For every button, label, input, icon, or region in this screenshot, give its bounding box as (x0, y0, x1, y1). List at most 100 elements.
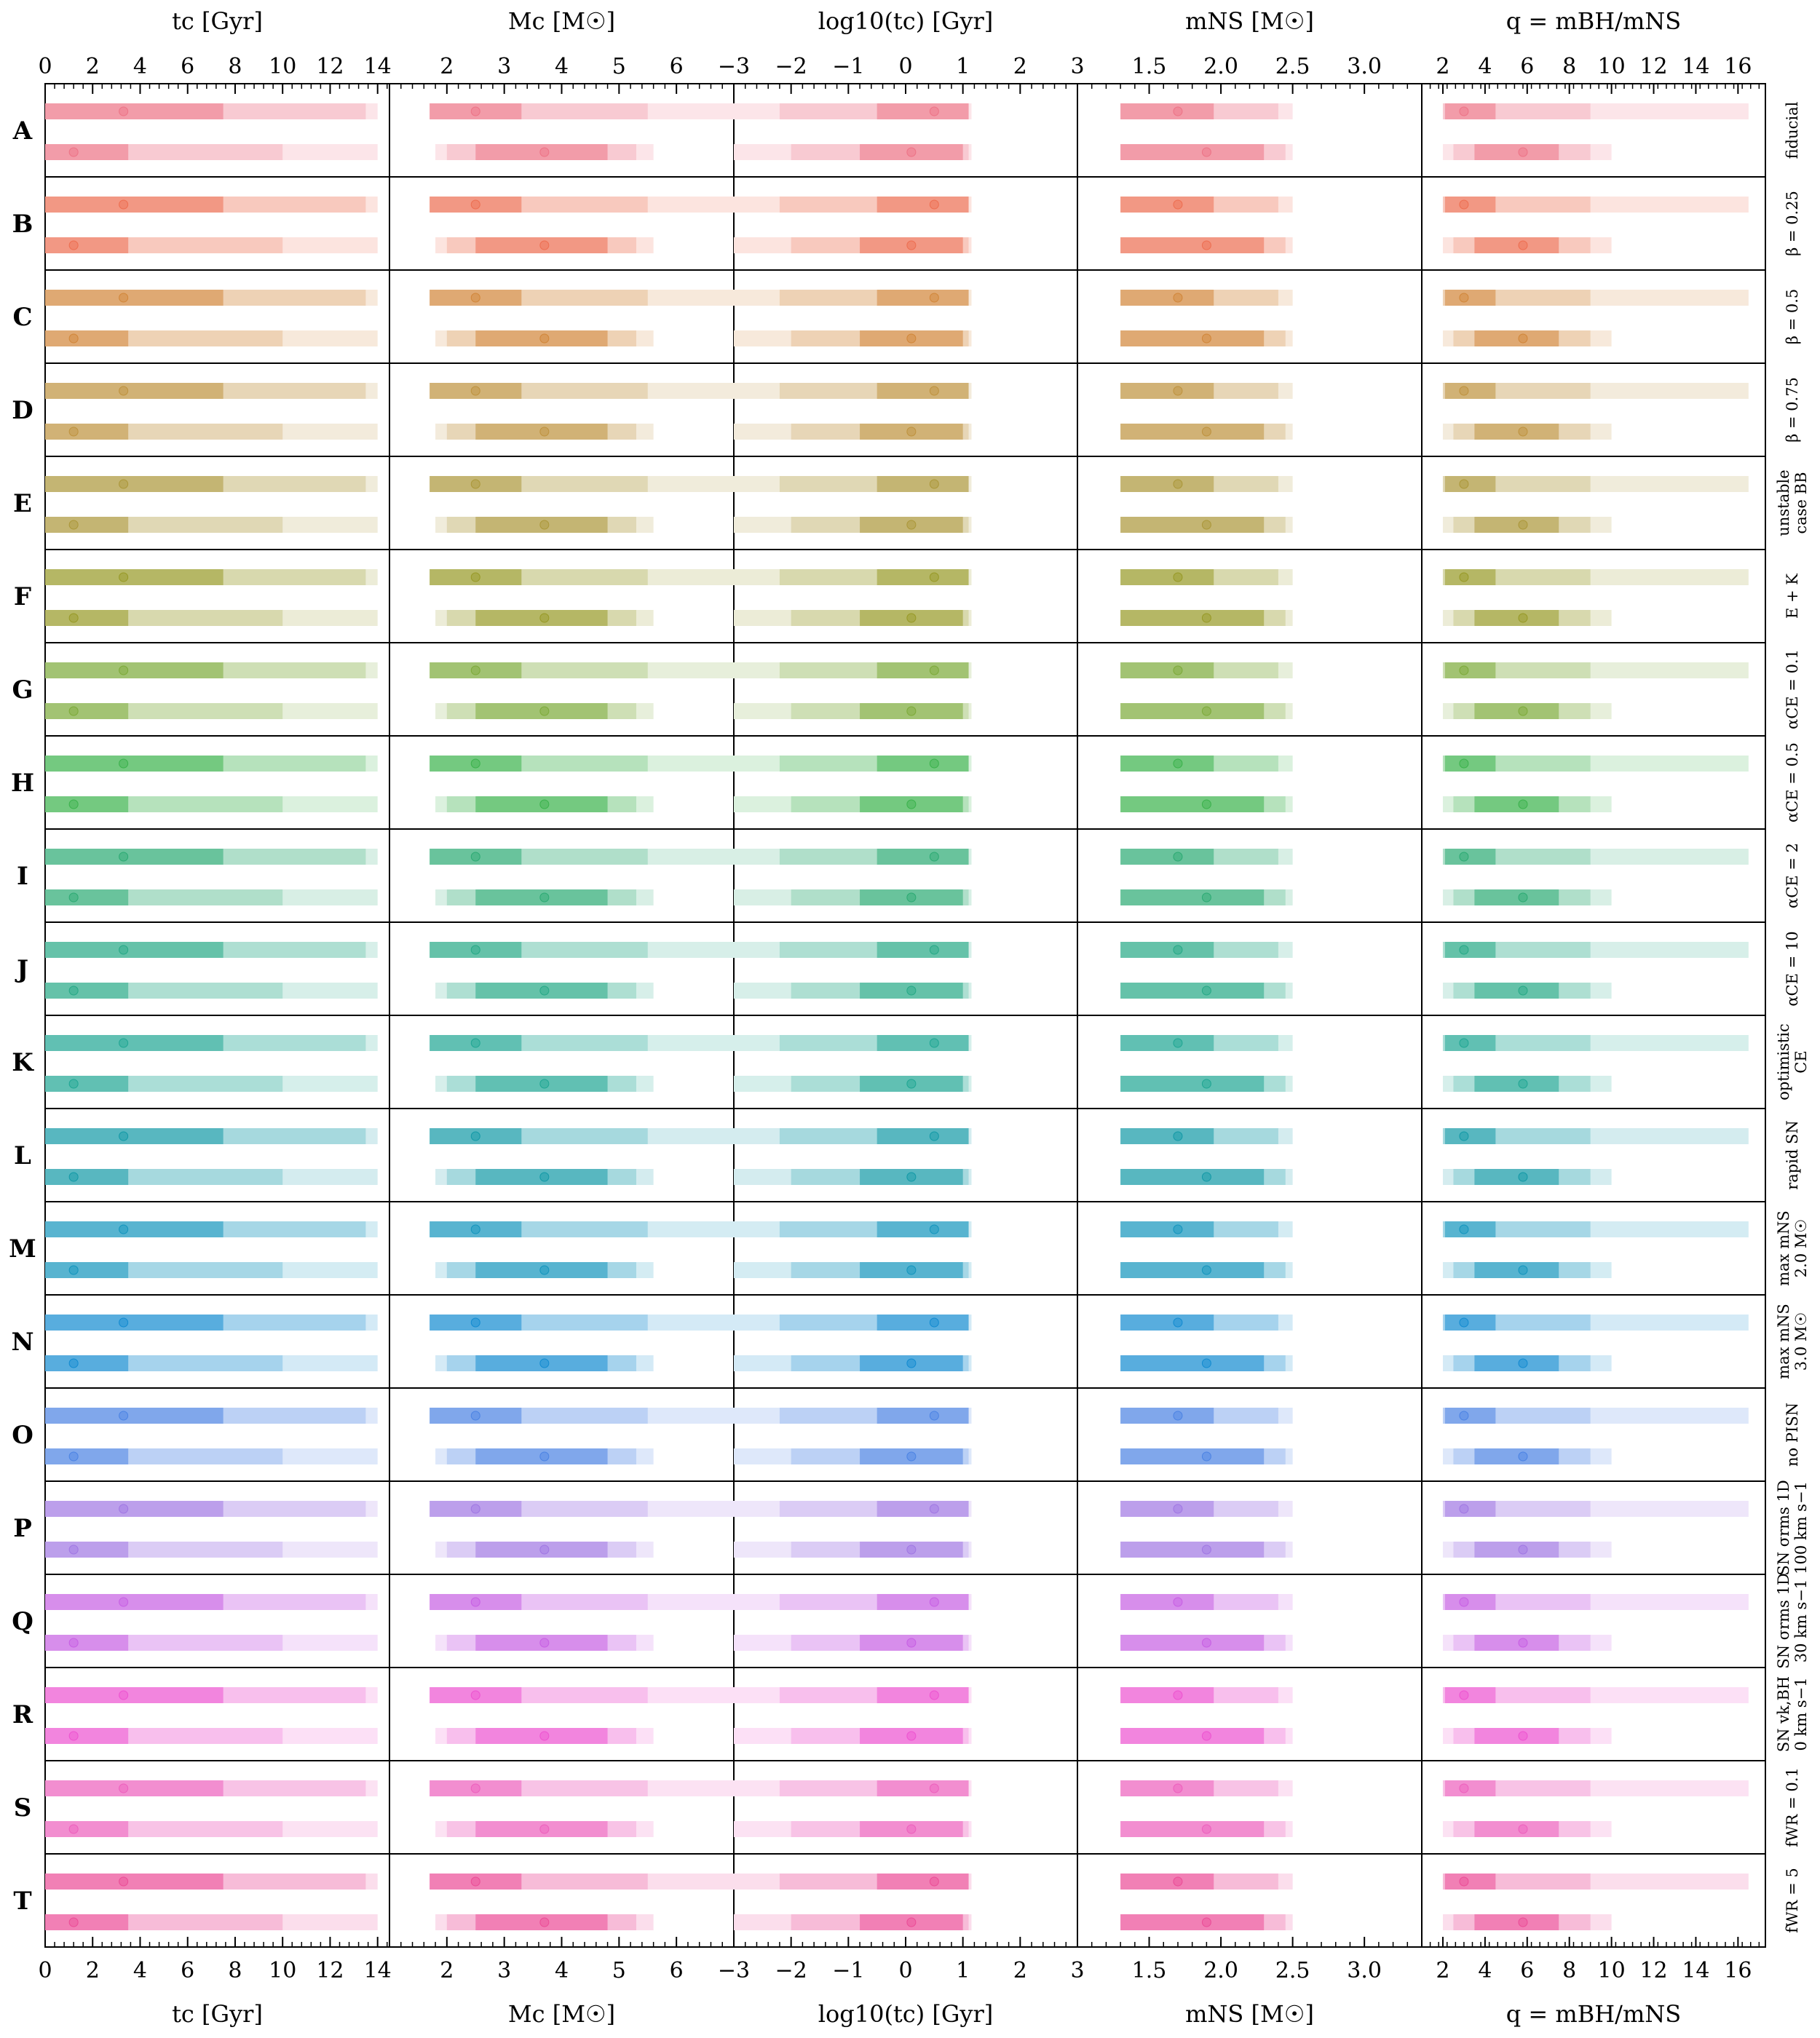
interval-50-bot (45, 703, 129, 719)
median-point-bot (1201, 1172, 1211, 1182)
median-point-bot (1518, 1638, 1528, 1648)
median-point-bot (1518, 613, 1528, 623)
median-point-top (1173, 1038, 1183, 1048)
interval-50-bot (1474, 1169, 1559, 1185)
interval-50-top (1120, 476, 1214, 492)
median-point-bot (906, 1079, 917, 1089)
interval-50-top (1444, 1221, 1496, 1237)
interval-50-bot (45, 1448, 129, 1464)
interval-50-bot (1474, 1728, 1559, 1744)
interval-50-bot (1120, 237, 1265, 253)
row-label-line: case BB (1792, 472, 1810, 534)
row-label-F: E + K (1784, 574, 1801, 619)
interval-50-top (45, 1128, 223, 1144)
row-label-R: SN vk,BH 0 km s−1 (1775, 1676, 1810, 1752)
interval-50-bot (45, 237, 129, 253)
median-point-bot (68, 1265, 79, 1275)
median-point-top (929, 479, 939, 489)
tick-label-top: 8 (228, 54, 242, 79)
median-point-bot (539, 240, 550, 250)
interval-50-top (1444, 1501, 1496, 1517)
interval-50-top (877, 1221, 969, 1237)
interval-50-top (1444, 662, 1496, 678)
tick-label-top: 1 (956, 54, 970, 79)
tick-label-bottom: −2 (775, 1958, 807, 1983)
tick-label-bottom: 5 (612, 1958, 626, 1983)
row-label-line: optimistic (1775, 1023, 1792, 1101)
interval-50-bot (1120, 1448, 1265, 1464)
median-point-bot (68, 1638, 79, 1648)
interval-50-top (1120, 383, 1214, 399)
tick-label-bottom: 0 (898, 1958, 912, 1983)
tick-label-bottom: 3 (497, 1958, 511, 1983)
tick-label-top: 5 (612, 54, 626, 79)
median-point-bot (906, 706, 917, 716)
row-label-line: CE (1792, 1050, 1810, 1073)
row-label-D: β = 0.75 (1784, 377, 1801, 443)
row-letter-B: B (12, 210, 33, 239)
tick-label-bottom: 8 (228, 1958, 242, 1983)
interval-50-top (1120, 942, 1214, 958)
row-letter-Q: Q (12, 1607, 33, 1636)
median-point-top (1173, 106, 1183, 116)
interval-50-bot (1474, 517, 1559, 533)
row-label-M: max mNS 2.0 M☉ (1775, 1210, 1810, 1286)
interval-50-bot (1120, 889, 1265, 905)
median-point-bot (1518, 333, 1528, 344)
median-point-bot (539, 1731, 550, 1741)
median-point-bot (539, 613, 550, 623)
interval-50-top (45, 569, 223, 585)
median-point-top (470, 945, 480, 955)
median-point-top (929, 1038, 939, 1048)
tick-label-top: 12 (1639, 54, 1667, 79)
tick-label-bottom: 1.5 (1132, 1958, 1167, 1983)
median-point-bot (1518, 986, 1528, 996)
row-label-G: αCE = 0.1 (1784, 649, 1801, 729)
median-point-top (1459, 1504, 1469, 1514)
median-point-top (1173, 1783, 1183, 1793)
row-letter-M: M (9, 1234, 36, 1264)
interval-50-top (877, 103, 969, 119)
interval-50-bot (45, 144, 129, 160)
row-letter-C: C (12, 303, 32, 332)
row-label-Q: SN σrms 1D 30 km s−1 (1775, 1573, 1810, 1668)
median-point-bot (906, 1451, 917, 1462)
interval-50-top (45, 476, 223, 492)
interval-50-top (1444, 1874, 1496, 1890)
median-point-top (119, 1038, 129, 1048)
interval-50-top (1120, 1315, 1214, 1331)
tick-label-bottom: 6 (1520, 1958, 1534, 1983)
median-point-top (929, 106, 939, 116)
interval-50-top (45, 383, 223, 399)
row-label-line: αCE = 2 (1784, 843, 1801, 908)
median-point-bot (539, 892, 550, 903)
median-point-bot (906, 1265, 917, 1275)
median-point-top (929, 1317, 939, 1328)
interval-50-top (877, 197, 969, 213)
median-point-bot (68, 427, 79, 437)
median-point-top (929, 1411, 939, 1421)
median-point-top (470, 1876, 480, 1887)
interval-50-top (45, 1874, 223, 1890)
median-point-top (1459, 479, 1469, 489)
median-point-bot (68, 1545, 79, 1555)
interval-50-top (45, 1035, 223, 1051)
interval-50-top (45, 1594, 223, 1610)
median-point-bot (68, 147, 79, 157)
median-point-bot (539, 986, 550, 996)
median-point-bot (906, 520, 917, 530)
median-point-bot (906, 240, 917, 250)
tick-label-top: 14 (364, 54, 392, 79)
row-label-C: β = 0.5 (1784, 289, 1801, 344)
interval-50-top (1120, 662, 1214, 678)
interval-50-bot (45, 1262, 129, 1278)
tick-label-top: 10 (269, 54, 296, 79)
median-point-top (119, 758, 129, 769)
interval-50-bot (45, 983, 129, 999)
tick-label-bottom: 2 (1436, 1958, 1449, 1983)
interval-50-top (877, 383, 969, 399)
tick-label-bottom: 2.5 (1275, 1958, 1310, 1983)
median-point-top (470, 1224, 480, 1234)
median-point-top (1173, 293, 1183, 303)
row-letter-G: G (12, 675, 33, 705)
